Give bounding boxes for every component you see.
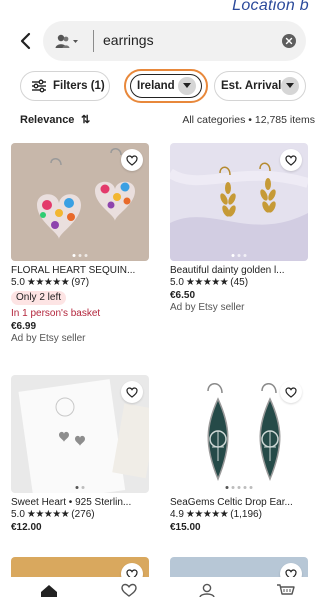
image-pager-dots [75,486,85,489]
star-rating-icon: ★★★★★ [26,509,70,520]
favorite-button[interactable] [280,381,302,403]
star-rating-icon: ★★★★★ [26,277,70,288]
location-note: Location b [232,0,309,14]
review-count: (45) [230,277,249,288]
sort-button[interactable]: Relevance [20,114,74,126]
listing-title[interactable]: FLORAL HEART SEQUIN... [11,265,151,277]
listing-card[interactable]: Sweet Heart • 925 Sterlin... 5.0 ★★★★★ (… [11,375,149,550]
listing-rating: 5.0 ★★★★★ (276) [11,509,151,521]
listing-image[interactable] [170,375,308,493]
profile-icon [199,583,215,597]
arrival-filter-chip[interactable]: Est. Arrival [214,71,306,101]
favorite-button[interactable] [121,149,143,171]
listing-card[interactable]: FLORAL HEART SEQUIN... 5.0 ★★★★★ (97) On… [11,143,149,383]
listing-title[interactable]: Beautiful dainty golden l... [170,265,310,277]
filter-sliders-icon [32,79,46,93]
nav-home[interactable] [37,583,61,605]
cart-icon [277,584,295,595]
listing-card[interactable]: Beautiful dainty golden l... 5.0 ★★★★★ (… [170,143,308,363]
search-bar-row: earrings [0,21,315,61]
stock-badge: Only 2 left [11,291,67,305]
caret-down-icon [183,83,191,88]
home-icon [41,585,57,597]
location-caret [178,77,196,95]
search-field[interactable]: earrings [43,21,306,61]
listing-price: €15.00 [170,522,201,533]
nav-cart[interactable] [274,583,298,605]
ad-label: Ad by Etsy seller [11,333,86,344]
review-count: (1,196) [230,509,262,520]
caret-down-icon [286,83,294,88]
heart-icon [285,386,297,398]
search-input[interactable]: earrings [103,32,154,48]
listing-details: SeaGems Celtic Drop Ear... 4.9 ★★★★★ (1,… [170,497,310,534]
listing-price: €6.99 [11,321,37,332]
filters-label: Filters (1) [53,80,105,92]
back-arrow-icon [20,32,31,50]
rating-value: 5.0 [11,509,25,520]
heart-icon [126,386,138,398]
rating-value: 4.9 [170,509,184,520]
location-filter-chip[interactable]: Ireland [124,69,208,103]
arrival-label: Est. Arrival [221,80,282,92]
listing-price: €6.50 [170,290,196,301]
listing-image[interactable] [11,375,149,493]
filters-button[interactable]: Filters (1) [20,71,110,101]
category-count[interactable]: All categories • 12,785 items [182,114,315,126]
star-rating-icon: ★★★★★ [185,509,229,520]
listing-details: Sweet Heart • 925 Sterlin... 5.0 ★★★★★ (… [11,497,151,534]
listing-price: €12.00 [11,522,42,533]
listing-title[interactable]: Sweet Heart • 925 Sterlin... [11,497,151,509]
rating-value: 5.0 [170,277,184,288]
bottom-navigation [0,577,315,605]
heart-icon [285,154,297,166]
sort-icon[interactable]: ⇅ [81,113,90,126]
image-pager-dots [225,486,253,489]
listing-details: FLORAL HEART SEQUIN... 5.0 ★★★★★ (97) On… [11,265,151,345]
listing-rating: 5.0 ★★★★★ (97) [11,277,151,289]
listing-rating: 4.9 ★★★★★ (1,196) [170,509,310,521]
listing-image[interactable] [170,143,308,261]
nav-favorites[interactable] [117,583,141,605]
location-label: Ireland [137,80,175,92]
filter-chips-row: Filters (1) Ireland Est. Arrival [0,69,315,103]
ad-label: Ad by Etsy seller [170,302,245,313]
listing-rating: 5.0 ★★★★★ (45) [170,277,310,289]
listing-title[interactable]: SeaGems Celtic Drop Ear... [170,497,310,509]
clear-search-button[interactable] [282,34,296,48]
heart-icon [126,154,138,166]
rating-value: 5.0 [11,277,25,288]
clear-icon [285,37,293,45]
nav-profile[interactable] [195,583,219,605]
listing-card[interactable]: SeaGems Celtic Drop Ear... 4.9 ★★★★★ (1,… [170,375,308,550]
image-pager-dots [72,254,88,257]
favorite-button[interactable] [121,381,143,403]
sort-row: Relevance ⇅ All categories • 12,785 item… [0,113,315,129]
basket-notice: In 1 person's basket [11,308,101,319]
search-scope-selector[interactable] [55,32,89,50]
review-count: (97) [71,277,90,288]
listing-details: Beautiful dainty golden l... 5.0 ★★★★★ (… [170,265,310,314]
back-button[interactable] [14,29,38,53]
arrival-caret [281,77,299,95]
review-count: (276) [71,509,95,520]
star-rating-icon: ★★★★★ [185,277,229,288]
user-scope-icon [55,34,78,48]
favorite-button[interactable] [280,149,302,171]
image-pager-dots [231,254,247,257]
search-divider [93,30,94,52]
favorites-icon [121,583,137,597]
listing-image[interactable] [11,143,149,261]
